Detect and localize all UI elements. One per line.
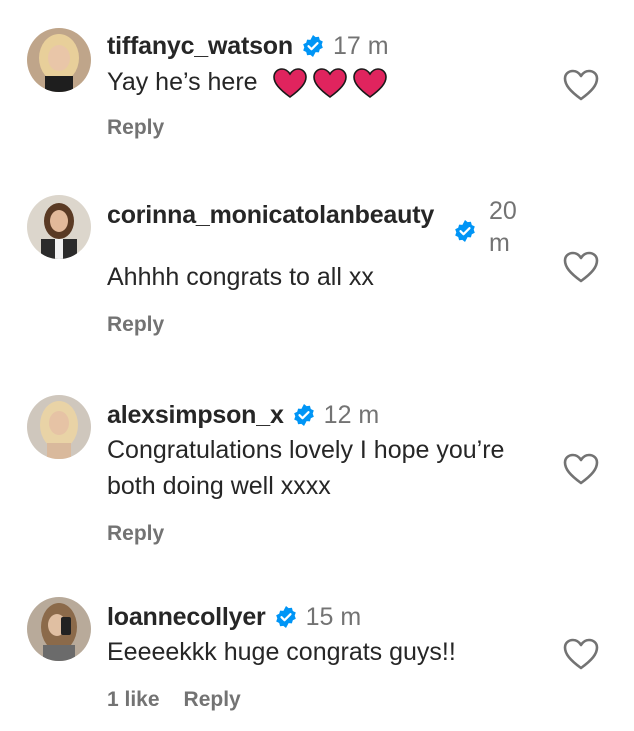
like-button[interactable]	[562, 452, 600, 486]
comment-text: Eeeeekkk huge congrats guys!!	[107, 638, 456, 666]
like-button[interactable]	[562, 68, 600, 102]
timestamp: 12 m	[323, 401, 380, 429]
reply-button[interactable]: Reply	[107, 116, 164, 140]
heart-outline-icon	[563, 251, 599, 283]
heart-outline-icon	[563, 638, 599, 670]
timestamp: 17 m	[332, 32, 389, 60]
avatar[interactable]	[27, 597, 91, 661]
red-heart-icon	[272, 68, 307, 99]
likes-count[interactable]: 1 like	[107, 688, 160, 712]
reply-button[interactable]: Reply	[107, 313, 164, 337]
comment-text: Congratulations lovely I hope you’re bot…	[107, 436, 505, 500]
reply-button[interactable]: Reply	[107, 522, 164, 546]
verified-badge-icon	[293, 404, 314, 426]
avatar-image	[27, 195, 91, 259]
username[interactable]: alexsimpson_x	[107, 399, 284, 431]
comment-text: Yay he’s here	[107, 68, 258, 96]
username[interactable]: loannecollyer	[107, 601, 266, 633]
avatar[interactable]	[27, 28, 91, 92]
like-button[interactable]	[562, 637, 600, 671]
avatar[interactable]	[27, 395, 91, 459]
timestamp: 20 m	[489, 197, 517, 257]
timestamp: 15 m	[305, 603, 362, 631]
avatar-image	[27, 28, 91, 92]
verified-badge-icon	[275, 606, 296, 628]
red-heart-icon	[312, 68, 347, 99]
username[interactable]: corinna_monicatolanbeauty	[107, 197, 447, 259]
avatar-image	[27, 597, 91, 661]
verified-badge-icon	[455, 220, 475, 242]
reply-button[interactable]: Reply	[184, 688, 241, 712]
comment-text: Ahhhh congrats to all xx	[107, 263, 374, 291]
like-button[interactable]	[562, 250, 600, 284]
red-heart-icon	[352, 68, 387, 99]
heart-outline-icon	[563, 69, 599, 101]
heart-outline-icon	[563, 453, 599, 485]
avatar-image	[27, 395, 91, 459]
avatar[interactable]	[27, 195, 91, 259]
username[interactable]: tiffanyc_watson	[107, 30, 293, 62]
verified-badge-icon	[303, 35, 323, 57]
